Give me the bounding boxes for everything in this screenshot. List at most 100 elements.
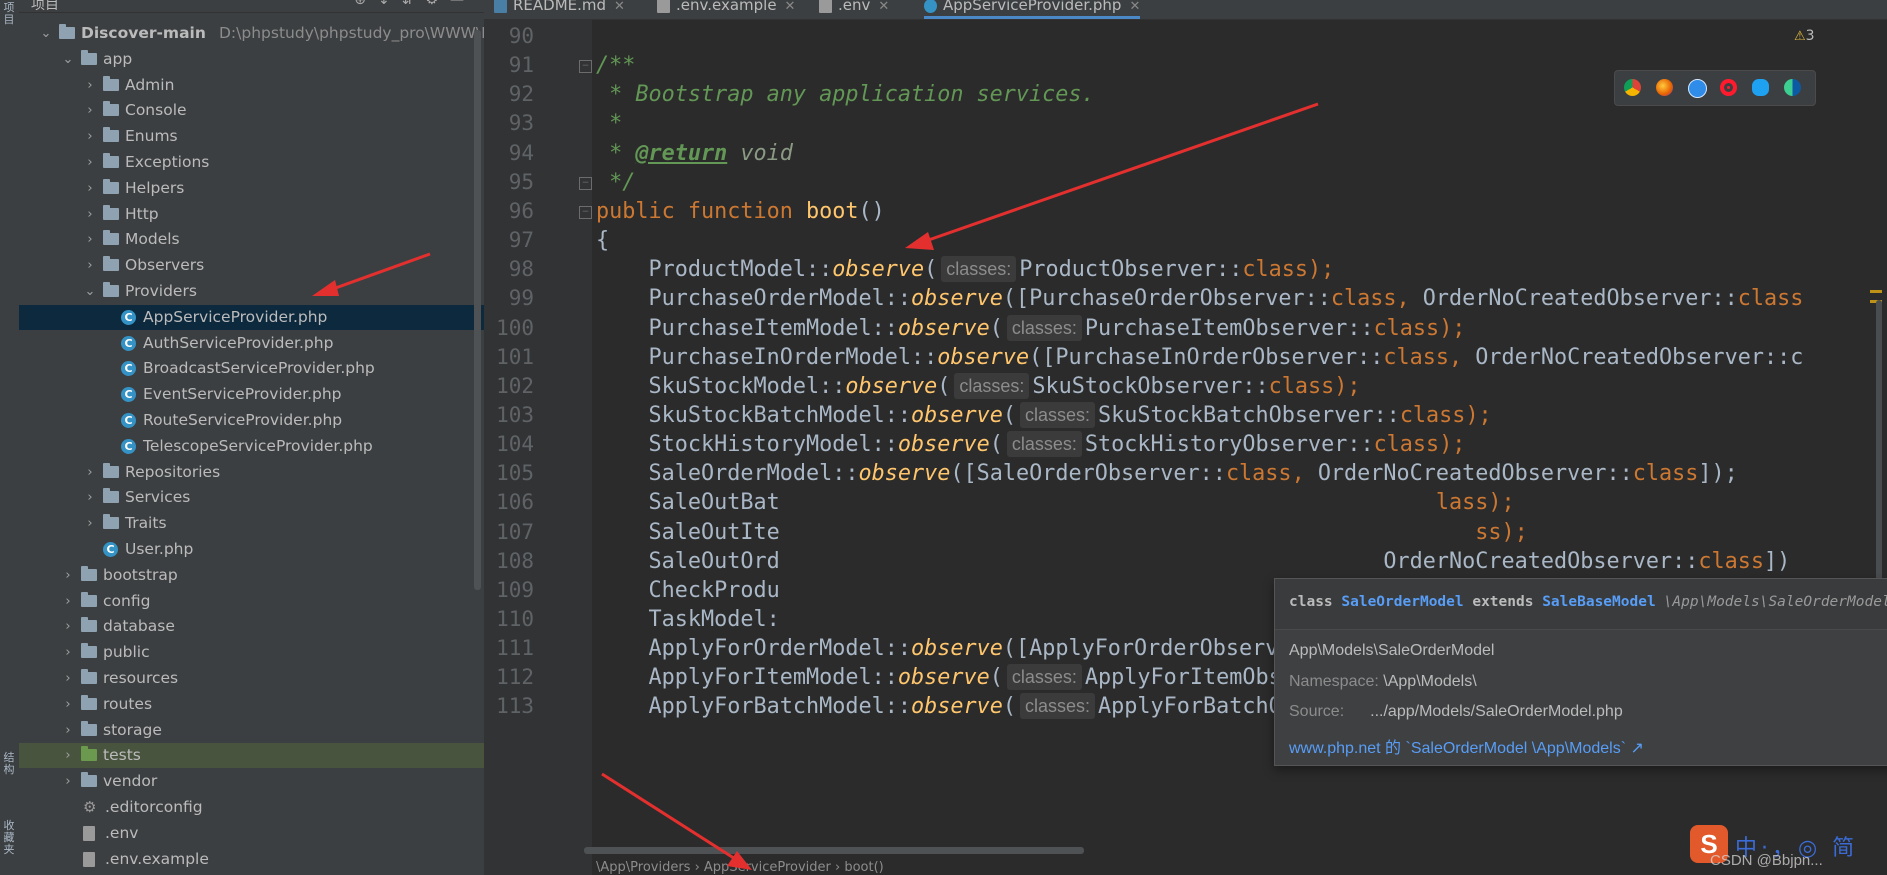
chevron-right-icon[interactable]: ›: [61, 640, 75, 665]
editor-tab[interactable]: .env ✕: [819, 0, 889, 19]
tree-item[interactable]: C User.php: [19, 537, 484, 562]
tree-item[interactable]: › Http: [19, 202, 484, 227]
chevron-right-icon[interactable]: ›: [83, 253, 97, 278]
editor-tab[interactable]: README.md ✕: [494, 0, 625, 19]
tree-item[interactable]: › bootstrap: [19, 563, 484, 588]
tree-item[interactable]: › public: [19, 640, 484, 665]
tree-item[interactable]: › storage: [19, 718, 484, 743]
chrome-icon[interactable]: [1624, 79, 1641, 96]
popup-doc-link[interactable]: www.php.net 的 `SaleOrderModel \App\Model…: [1289, 734, 1644, 758]
tree-item-label: routes: [103, 694, 153, 713]
favorites-tool-tab[interactable]: 收藏夹: [1, 820, 17, 856]
tree-item[interactable]: › Services: [19, 485, 484, 510]
firefox-icon[interactable]: [1656, 79, 1673, 96]
sig-class-name[interactable]: SaleOrderModel: [1341, 594, 1463, 610]
tree-item[interactable]: › Repositories: [19, 460, 484, 485]
php-net-link[interactable]: www.php.net 的 `SaleOrderModel \App\Model…: [1289, 740, 1626, 757]
tree-item[interactable]: › vendor: [19, 769, 484, 794]
chevron-right-icon[interactable]: ›: [83, 485, 97, 510]
code-token: boot: [805, 198, 859, 224]
tree-item[interactable]: › Admin: [19, 73, 484, 98]
code-token: class: [1373, 432, 1440, 458]
sig-parent-class[interactable]: SaleBaseModel: [1542, 594, 1656, 610]
tree-item[interactable]: › routes: [19, 692, 484, 717]
chevron-right-icon[interactable]: ›: [83, 511, 97, 536]
close-icon[interactable]: ✕: [878, 0, 889, 14]
close-icon[interactable]: ✕: [785, 0, 796, 14]
chevron-right-icon[interactable]: ›: [83, 124, 97, 149]
tree-item[interactable]: › Console: [19, 98, 484, 123]
collapse-all-icon[interactable]: ⇣: [378, 0, 402, 8]
opera-icon[interactable]: [1720, 79, 1737, 96]
tree-item[interactable]: C TelescopeServiceProvider.php: [19, 434, 484, 459]
chevron-right-icon[interactable]: ›: [61, 743, 75, 768]
tree-item[interactable]: C EventServiceProvider.php: [19, 382, 484, 407]
tree-item[interactable]: › config: [19, 589, 484, 614]
change-marker[interactable]: [1870, 290, 1882, 293]
tree-item[interactable]: ⌄ app: [19, 47, 484, 72]
chevron-right-icon[interactable]: ›: [83, 150, 97, 175]
project-scrollbar[interactable]: [474, 30, 481, 590]
tree-item-label: Http: [125, 204, 159, 223]
tree-item[interactable]: › database: [19, 614, 484, 639]
breadcrumb[interactable]: \App\Providers › AppServiceProvider › bo…: [596, 860, 884, 875]
expand-icon[interactable]: ⇵: [402, 0, 426, 8]
chevron-right-icon[interactable]: ›: [83, 460, 97, 485]
tree-item[interactable]: › Enums: [19, 124, 484, 149]
tree-item[interactable]: C BroadcastServiceProvider.php: [19, 356, 484, 381]
chevron-right-icon[interactable]: ›: [61, 718, 75, 743]
tree-item[interactable]: ⌄ Providers: [19, 279, 484, 304]
chevron-right-icon[interactable]: ›: [61, 666, 75, 691]
settings-gear-icon[interactable]: ⚙: [425, 0, 450, 8]
tree-item[interactable]: › Helpers: [19, 176, 484, 201]
safari-icon[interactable]: [1688, 79, 1707, 98]
folder-icon: [103, 75, 119, 91]
tree-item[interactable]: › Observers: [19, 253, 484, 278]
internet-explorer-icon[interactable]: [1752, 79, 1769, 96]
tree-item[interactable]: ⌄ Discover-main D:\phpstudy\phpstudy_pro\W…: [19, 21, 484, 46]
chevron-right-icon[interactable]: ›: [83, 73, 97, 98]
tree-item[interactable]: C AuthServiceProvider.php: [19, 331, 484, 356]
code-line: * Bootstrap any application services.: [596, 77, 1095, 112]
tree-item[interactable]: › Exceptions: [19, 150, 484, 175]
fold-marker-icon[interactable]: −: [579, 60, 592, 74]
chevron-down-icon[interactable]: ⌄: [61, 47, 75, 72]
project-tool-tab[interactable]: 项目: [1, 2, 17, 26]
editor-tab[interactable]: .env.example ✕: [657, 0, 795, 19]
tree-item[interactable]: › resources: [19, 666, 484, 691]
tree-item[interactable]: › Traits: [19, 511, 484, 536]
php-class-icon: C: [121, 309, 136, 325]
chevron-right-icon[interactable]: ›: [83, 202, 97, 227]
editor-horizontal-scrollbar[interactable]: [584, 847, 1084, 854]
chevron-down-icon[interactable]: ⌄: [83, 279, 97, 304]
chevron-right-icon[interactable]: ›: [61, 614, 75, 639]
fold-marker-icon[interactable]: −: [579, 176, 592, 190]
fold-marker-icon[interactable]: −: [579, 205, 592, 219]
chevron-right-icon[interactable]: ›: [83, 176, 97, 201]
tree-item[interactable]: ⚙ .editorconfig: [19, 795, 484, 820]
tree-item[interactable]: .env: [19, 821, 484, 846]
hide-panel-icon[interactable]: —: [450, 0, 476, 8]
edge-icon[interactable]: [1784, 79, 1801, 96]
tree-item[interactable]: › Models: [19, 227, 484, 252]
editor-tab[interactable]: AppServiceProvider.php ✕: [924, 0, 1141, 19]
code-token: ApplyForBatchModel::: [596, 694, 911, 720]
code-token: SkuStockBatchModel::: [596, 402, 911, 428]
locate-icon[interactable]: ⊕: [354, 0, 378, 8]
project-panel-title[interactable]: 项目: [31, 0, 59, 14]
chevron-right-icon[interactable]: ›: [61, 692, 75, 717]
inspection-widget[interactable]: ⚠3: [1794, 28, 1815, 44]
chevron-right-icon[interactable]: ›: [83, 227, 97, 252]
chevron-right-icon[interactable]: ›: [83, 98, 97, 123]
tree-item[interactable]: .env.example: [19, 847, 484, 872]
chevron-right-icon[interactable]: ›: [61, 769, 75, 794]
close-icon[interactable]: ✕: [614, 0, 625, 14]
structure-tool-tab[interactable]: 结构: [1, 752, 17, 776]
tree-item[interactable]: C AppServiceProvider.php: [19, 304, 484, 330]
tree-item[interactable]: › tests: [19, 743, 484, 769]
chevron-down-icon[interactable]: ⌄: [39, 21, 53, 46]
chevron-right-icon[interactable]: ›: [61, 589, 75, 614]
chevron-right-icon[interactable]: ›: [61, 563, 75, 588]
close-icon[interactable]: ✕: [1129, 0, 1140, 14]
tree-item[interactable]: C RouteServiceProvider.php: [19, 408, 484, 433]
